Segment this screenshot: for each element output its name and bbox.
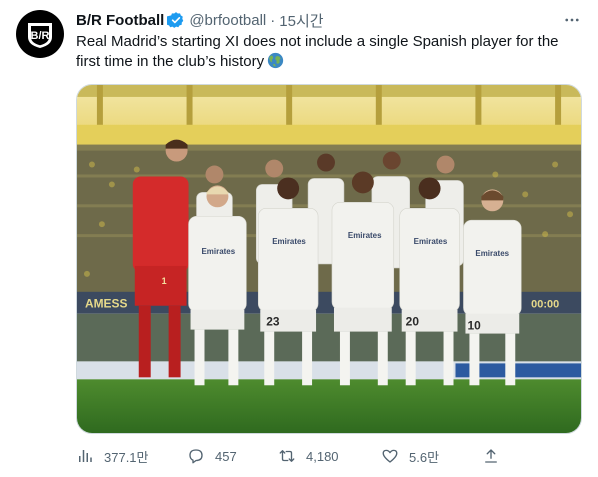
gk-number: 1: [162, 276, 167, 286]
reply-count: 457: [215, 448, 237, 464]
shorts-number-10: 10: [467, 319, 481, 333]
banner-right-text: 00:00: [531, 299, 559, 311]
tweet-photo[interactable]: AMESS 00:00 1 Emirates Emirates Emirates…: [76, 84, 582, 434]
tweet[interactable]: B/R B/R Football @brfootball · 15시간 Real…: [0, 0, 598, 477]
tweet-text: Real Madrid’s starting XI does not inclu…: [76, 33, 559, 70]
jersey-sponsor-4: Emirates: [414, 237, 448, 246]
avatar[interactable]: B/R: [16, 10, 64, 58]
timestamp[interactable]: 15시간: [279, 10, 323, 31]
heart-icon: [382, 449, 398, 463]
views-chart-icon: [79, 450, 92, 462]
br-logo-icon: B/R: [28, 23, 52, 48]
separator-dot: ·: [270, 11, 276, 29]
author-name[interactable]: B/R Football: [76, 12, 164, 29]
more-dots-icon: [565, 18, 579, 22]
retweet-button[interactable]: 4,180: [278, 444, 339, 468]
jersey-sponsor-5: Emirates: [475, 249, 509, 258]
globe-emoji-icon: [267, 52, 284, 69]
more-options-button[interactable]: [560, 10, 584, 30]
shorts-number-20: 20: [406, 315, 420, 329]
author-handle[interactable]: @brfootball: [189, 12, 266, 29]
tweet-text-block: Real Madrid’s starting XI does not inclu…: [76, 32, 576, 72]
jersey-sponsor-1: Emirates: [202, 247, 236, 256]
retweet-icon: [279, 450, 295, 462]
tweet-actions: 377.1만 457 4,180 5.6만: [76, 444, 506, 468]
reply-button[interactable]: 457: [187, 444, 237, 468]
banner-left-text: AMESS: [85, 297, 128, 311]
verified-badge-icon: [167, 12, 184, 28]
share-button[interactable]: [482, 444, 500, 468]
reply-bubble-icon: [189, 449, 203, 464]
like-button[interactable]: 5.6만: [381, 444, 439, 468]
retweet-count: 4,180: [306, 448, 339, 464]
shorts-number-23: 23: [266, 315, 280, 329]
jersey-sponsor-2: Emirates: [272, 237, 306, 246]
views-count: 377.1만: [104, 449, 149, 465]
like-count: 5.6만: [409, 449, 440, 465]
jersey-sponsor-3: Emirates: [348, 231, 382, 240]
team-photo-image: AMESS 00:00 1 Emirates Emirates Emirates…: [77, 85, 581, 433]
svg-text:B/R: B/R: [31, 30, 50, 42]
tweet-header: B/R Football @brfootball · 15시간: [76, 10, 324, 30]
share-icon: [485, 449, 497, 463]
views-button[interactable]: 377.1만: [76, 444, 149, 468]
